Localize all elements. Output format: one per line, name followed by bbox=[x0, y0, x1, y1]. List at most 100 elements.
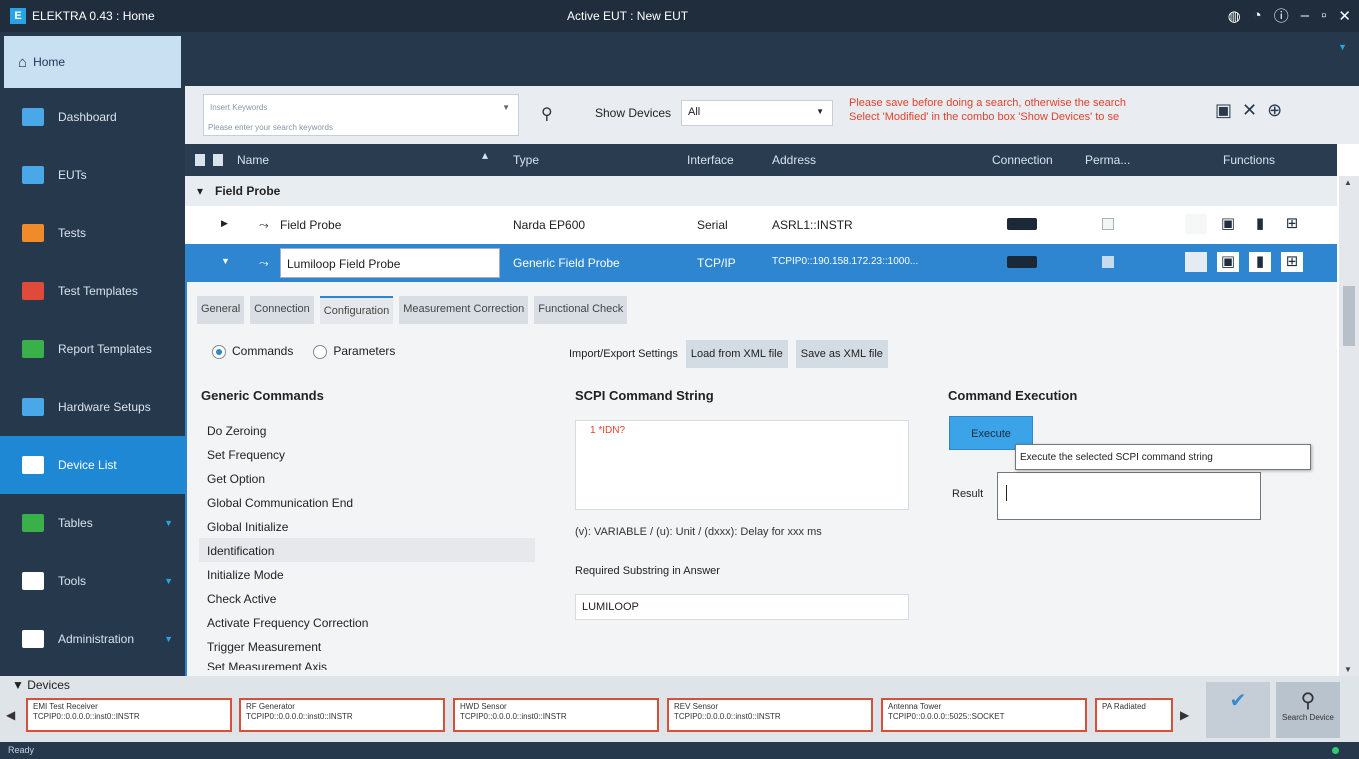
sidebar-item-label: Tools bbox=[58, 574, 87, 588]
col-connection[interactable]: Connection bbox=[992, 153, 1053, 167]
expand-all-icon[interactable] bbox=[213, 154, 223, 166]
sidebar-item-test-templates[interactable]: Test Templates bbox=[0, 262, 185, 320]
chevron-down-icon[interactable]: ▼ bbox=[1338, 42, 1347, 52]
clock-icon[interactable]: ◔ bbox=[1253, 7, 1262, 24]
device-card[interactable]: Antenna Tower TCPIP0::0.0.0.0::5025::SOC… bbox=[881, 698, 1087, 732]
connection-icon[interactable] bbox=[1007, 256, 1037, 268]
required-substring-input[interactable]: LUMILOOP bbox=[575, 594, 909, 620]
list-item[interactable]: Set Frequency bbox=[199, 442, 535, 466]
device-card[interactable]: EMI Test Receiver TCPIP0::0.0.0.0::inst0… bbox=[26, 698, 232, 732]
scroll-down-icon[interactable]: ▼ bbox=[1344, 665, 1352, 674]
device-card-title: RF Generator bbox=[246, 702, 295, 711]
col-name[interactable]: Name bbox=[237, 153, 269, 167]
list-item[interactable]: Activate Frequency Correction bbox=[199, 610, 535, 634]
maximize-icon[interactable]: ▫ bbox=[1321, 7, 1326, 24]
col-address[interactable]: Address bbox=[772, 153, 816, 167]
variable-note: (v): VARIABLE / (u): Unit / (dxxx): Dela… bbox=[575, 526, 822, 538]
save-icon[interactable]: ▣ bbox=[1217, 214, 1239, 234]
table-row[interactable]: ▶ ⤳ Field Probe Narda EP600 Serial ASRL1… bbox=[185, 206, 1337, 244]
device-card[interactable]: PA Radiated bbox=[1095, 698, 1173, 732]
scroll-up-icon[interactable]: ▲ bbox=[1344, 178, 1352, 187]
save-xml-button[interactable]: Save as XML file bbox=[795, 340, 888, 368]
vertical-scrollbar[interactable]: ▲ ▼ bbox=[1339, 176, 1359, 676]
sidebar-item-device-list[interactable]: Device List bbox=[0, 436, 185, 494]
tab-functional-check[interactable]: Functional Check bbox=[534, 296, 628, 324]
load-xml-button[interactable]: Load from XML file bbox=[685, 340, 788, 368]
list-item[interactable]: Check Active bbox=[199, 586, 535, 610]
sidebar-item-tables[interactable]: Tables ▼ bbox=[0, 494, 185, 552]
scroll-thumb[interactable] bbox=[1343, 286, 1355, 346]
device-card-address: TCPIP0::0.0.0.0::5025::SOCKET bbox=[888, 712, 1005, 721]
search-input[interactable]: Insert Keywords Please enter your search… bbox=[203, 94, 519, 136]
blank-function-icon[interactable] bbox=[1185, 214, 1207, 234]
scpi-command-editor[interactable]: 1 *IDN? bbox=[575, 420, 909, 510]
sidebar-item-tools[interactable]: Tools ▼ bbox=[0, 552, 185, 610]
list-item[interactable]: Do Zeroing bbox=[199, 418, 535, 442]
list-item[interactable]: Set Measurement Axis bbox=[199, 658, 535, 670]
device-card[interactable]: REV Sensor TCPIP0::0.0.0.0::inst0::INSTR bbox=[667, 698, 873, 732]
blank-function-icon[interactable] bbox=[1185, 252, 1207, 272]
list-item[interactable]: Global Initialize bbox=[199, 514, 535, 538]
save-icon[interactable]: ▣ bbox=[1215, 100, 1232, 121]
sidebar-home[interactable]: ⌂ Home bbox=[4, 36, 181, 88]
close-icon[interactable]: ✕ bbox=[1338, 7, 1351, 25]
tab-general[interactable]: General bbox=[197, 296, 245, 324]
tab-measurement-correction[interactable]: Measurement Correction bbox=[399, 296, 529, 324]
sort-asc-icon: ▴ bbox=[482, 148, 489, 162]
result-field[interactable] bbox=[997, 472, 1261, 520]
list-item[interactable]: Trigger Measurement bbox=[199, 634, 535, 658]
sidebar-item-euts[interactable]: EUTs bbox=[0, 146, 185, 204]
col-type[interactable]: Type bbox=[513, 153, 539, 167]
device-card[interactable]: RF Generator TCPIP0::0.0.0.0::inst0::INS… bbox=[239, 698, 445, 732]
scpi-line: 1 *IDN? bbox=[590, 425, 626, 436]
search-device-button[interactable]: ⚲ Search Device bbox=[1276, 682, 1340, 738]
radio-parameters[interactable]: Parameters bbox=[313, 344, 395, 359]
tab-configuration[interactable]: Configuration bbox=[319, 296, 394, 324]
perma-checkbox[interactable] bbox=[1102, 218, 1114, 230]
list-item-selected[interactable]: Identification bbox=[199, 538, 535, 562]
close-icon[interactable]: ✕ bbox=[1242, 100, 1257, 121]
delete-icon[interactable]: ▮ bbox=[1249, 252, 1271, 272]
minimize-icon[interactable]: – bbox=[1301, 7, 1309, 24]
devices-header[interactable]: ▼ Devices bbox=[12, 678, 70, 692]
table-row-selected[interactable]: ▼ ⤳ Lumiloop Field Probe Generic Field P… bbox=[185, 244, 1337, 282]
show-devices-select[interactable]: All ▼ bbox=[681, 100, 833, 126]
sidebar-item-label: Administration bbox=[58, 632, 135, 646]
add-device-icon[interactable]: ⊕ bbox=[1267, 100, 1282, 121]
sidebar-item-tests[interactable]: Tests bbox=[0, 204, 185, 262]
perma-checkbox[interactable] bbox=[1102, 256, 1114, 268]
report-icon bbox=[22, 340, 44, 358]
collapse-arrow-icon[interactable]: ▼ bbox=[221, 256, 230, 266]
connection-icon[interactable] bbox=[1007, 218, 1037, 230]
collapse-all-icon[interactable] bbox=[195, 154, 205, 166]
sidebar-item-administration[interactable]: Administration ▼ bbox=[0, 610, 185, 668]
sidebar-item-report-templates[interactable]: Report Templates bbox=[0, 320, 185, 378]
scroll-left-icon[interactable]: ◀ bbox=[6, 708, 15, 722]
list-item[interactable]: Get Option bbox=[199, 466, 535, 490]
device-card[interactable]: HWD Sensor TCPIP0::0.0.0.0::inst0::INSTR bbox=[453, 698, 659, 732]
home-label: Home bbox=[33, 55, 66, 69]
group-row-field-probe[interactable]: ▾ Field Probe bbox=[185, 176, 1337, 206]
chevron-down-icon[interactable]: ▼ bbox=[502, 103, 510, 112]
tab-connection[interactable]: Connection bbox=[250, 296, 314, 324]
device-name-input[interactable]: Lumiloop Field Probe bbox=[280, 248, 500, 278]
list-item[interactable]: Global Communication End bbox=[199, 490, 535, 514]
scroll-right-icon[interactable]: ▶ bbox=[1180, 708, 1189, 722]
list-item[interactable]: Initialize Mode bbox=[199, 562, 535, 586]
sidebar-item-dashboard[interactable]: Dashboard bbox=[0, 88, 185, 146]
devices-header-label: Devices bbox=[27, 678, 70, 692]
earth-icon[interactable]: ◍ bbox=[1228, 7, 1241, 25]
settings-grid-icon[interactable]: ⊞ bbox=[1281, 252, 1303, 272]
delete-icon[interactable]: ▮ bbox=[1249, 214, 1271, 234]
expand-arrow-icon[interactable]: ▾ bbox=[197, 184, 203, 198]
info-icon[interactable]: ⓘ bbox=[1274, 5, 1289, 26]
radio-commands[interactable]: Commands bbox=[212, 344, 293, 359]
confirm-devices-button[interactable]: ✔ bbox=[1206, 682, 1270, 738]
sidebar-item-hardware-setups[interactable]: Hardware Setups bbox=[0, 378, 185, 436]
search-icon[interactable]: ⚲ bbox=[541, 104, 553, 124]
settings-grid-icon[interactable]: ⊞ bbox=[1281, 214, 1303, 234]
col-perma[interactable]: Perma... bbox=[1085, 153, 1130, 167]
col-interface[interactable]: Interface bbox=[687, 153, 734, 167]
save-icon[interactable]: ▣ bbox=[1217, 252, 1239, 272]
expand-arrow-icon[interactable]: ▶ bbox=[221, 218, 228, 229]
